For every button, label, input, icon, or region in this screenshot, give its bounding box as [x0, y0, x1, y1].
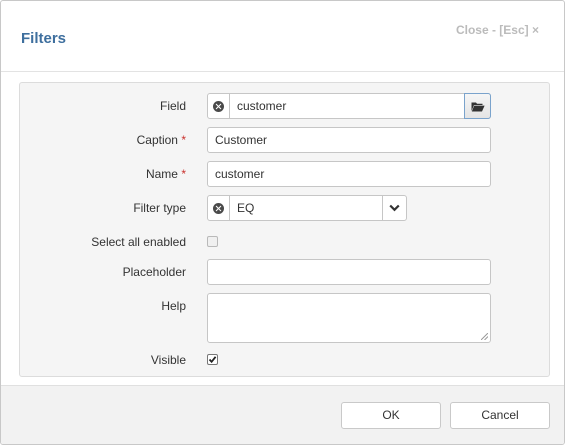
field-label-text: Field [159, 99, 186, 113]
field-clear-button[interactable] [208, 94, 230, 118]
caption-required-mark: * [181, 133, 186, 147]
help-textarea[interactable] [207, 293, 491, 343]
clear-icon [213, 100, 224, 112]
caption-label-text: Caption [136, 133, 178, 147]
help-label-text: Help [161, 299, 186, 313]
filter-type-dropdown-button[interactable] [382, 196, 406, 220]
filters-dialog: Filters Close - [Esc] × Field customer C… [0, 0, 565, 445]
checkmark-icon [208, 356, 217, 364]
filter-type-label: Filter type [20, 201, 186, 215]
name-label-text: Name [145, 167, 178, 181]
select-all-enabled-label: Select all enabled [20, 235, 186, 249]
field-label: Field [20, 99, 186, 113]
filter-type-select[interactable]: EQ [207, 195, 407, 221]
select-all-enabled-label-text: Select all enabled [91, 235, 186, 249]
chevron-down-icon [389, 204, 400, 212]
select-all-enabled-checkbox[interactable] [207, 236, 218, 247]
visible-label-text: Visible [150, 353, 186, 367]
dialog-title: Filters [21, 30, 67, 47]
filter-type-label-text: Filter type [133, 201, 186, 215]
dialog-body: Field customer Caption * Customer Name *… [1, 72, 564, 385]
name-label: Name * [20, 167, 186, 181]
visible-label: Visible [20, 353, 186, 367]
form-panel: Field customer Caption * Customer Name *… [19, 82, 550, 377]
name-required-mark: * [181, 167, 186, 181]
field-input[interactable]: customer [207, 93, 491, 119]
placeholder-input[interactable] [207, 259, 491, 285]
ok-button[interactable]: OK [341, 402, 441, 429]
folder-open-icon [471, 102, 485, 111]
help-label: Help [20, 299, 186, 313]
dialog-header: Filters Close - [Esc] × [1, 1, 564, 72]
cancel-button[interactable]: Cancel [450, 402, 550, 429]
resize-handle-icon[interactable] [481, 333, 488, 340]
name-input[interactable]: customer [207, 161, 491, 187]
clear-icon [213, 202, 224, 214]
filter-type-clear-button[interactable] [208, 196, 230, 220]
caption-input[interactable]: Customer [207, 127, 491, 153]
caption-label: Caption * [20, 133, 186, 147]
filter-type-value: EQ [237, 201, 255, 215]
field-browse-button[interactable] [464, 93, 491, 119]
visible-checkbox[interactable] [207, 354, 218, 365]
dialog-footer: OK Cancel [1, 385, 564, 444]
placeholder-label: Placeholder [20, 265, 186, 279]
close-button[interactable]: Close - [Esc] × [456, 23, 539, 37]
placeholder-label-text: Placeholder [122, 265, 186, 279]
field-value: customer [237, 99, 287, 113]
